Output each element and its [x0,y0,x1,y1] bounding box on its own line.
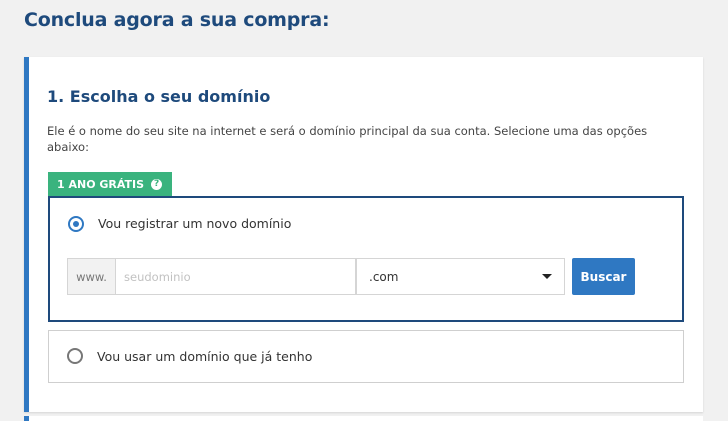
step-description: Ele é o nome do seu site na internet e s… [47,124,648,154]
next-step-card-edge [24,416,703,421]
domain-input[interactable] [116,258,356,295]
option-new-domain-label: Vou registrar um novo domínio [98,216,292,231]
option-existing-domain-label: Vou usar um domínio que já tenho [97,349,313,364]
chevron-down-icon [542,274,552,279]
domain-step-card: 1. Escolha o seu domínio Ele é o nome do… [24,57,703,412]
radio-new-domain[interactable] [68,216,84,232]
tld-selected-value: .com [369,269,399,284]
option-new-domain[interactable]: Vou registrar um novo domínio www. .com … [48,196,684,322]
www-prefix: www. [67,258,116,295]
badge-label: 1 ANO GRÁTIS [57,177,145,191]
free-year-badge: 1 ANO GRÁTIS ? [48,172,173,196]
tld-select[interactable]: .com [356,258,565,295]
page-title: Conclua agora a sua compra: [24,9,330,31]
search-button[interactable]: Buscar [572,258,635,295]
radio-existing-domain[interactable] [67,348,83,364]
option-existing-domain[interactable]: Vou usar um domínio que já tenho [48,330,684,383]
step-title: 1. Escolha o seu domínio [47,87,271,106]
question-circle-icon[interactable]: ? [151,178,163,190]
